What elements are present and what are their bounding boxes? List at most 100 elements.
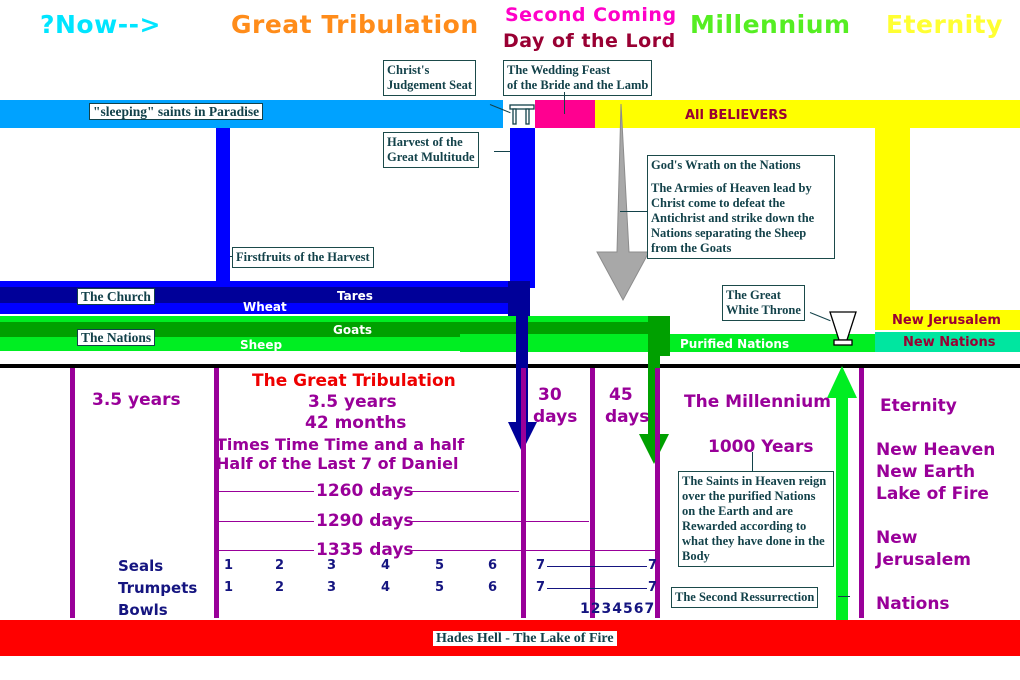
callout-line-2: White Throne [726, 303, 801, 317]
divider-line-4 [590, 368, 595, 618]
label-lake-of-fire: Lake of Fire [876, 484, 989, 504]
band-eternity-column [875, 100, 910, 310]
gods-wrath-body: The Armies of Heaven lead by Christ come… [651, 181, 815, 255]
label-purified-nations: Purified Nations [680, 337, 790, 351]
label-jerusalem: Jerusalem [876, 550, 972, 570]
label-new: New [876, 528, 918, 548]
green-down-arrow [638, 316, 670, 466]
label-millennium-title: The Millennium [684, 392, 831, 412]
era-title-now: ?Now--> [40, 10, 161, 39]
row-label-bowls: Bowls [118, 601, 168, 619]
column-harvest-blue [510, 128, 535, 288]
leader-second-resurrection [838, 596, 850, 597]
era-title-eternity: Eternity [886, 10, 1003, 39]
row-label-trumpets: Trumpets [118, 579, 198, 597]
trumpets-num-2: 2 [275, 580, 285, 595]
label-30-days-unit: days [533, 407, 578, 427]
measure-line-1335-left [219, 550, 314, 551]
chip-the-nations: The Nations [77, 329, 156, 346]
bowls-sequence: 1234567 [580, 601, 656, 617]
label-trib-half: Half of the Last 7 of Daniel [216, 454, 459, 473]
callout-line-1: Christ's [387, 63, 430, 77]
chip-the-church: The Church [77, 288, 155, 305]
judgement-seat-icon [509, 102, 535, 128]
great-white-throne-icon [828, 310, 858, 354]
row-label-seals: Seals [118, 557, 164, 575]
label-goats: Goats [333, 323, 373, 337]
measure-line-1290-left [219, 521, 314, 522]
era-title-millennium: Millennium [690, 10, 851, 39]
label-trib-times: Times Time Time and a half [216, 435, 465, 454]
callout-second-resurrection: The Second Ressurrection [671, 587, 819, 608]
gods-wrath-title: God's Wrath on the Nations [651, 158, 801, 172]
trumpets-num-7: 7 [536, 580, 546, 595]
callout-christs-judgement-seat: Christ's Judgement Seat [383, 60, 477, 96]
measure-line-1290-right [409, 521, 589, 522]
label-1290-days: 1290 days [316, 511, 414, 531]
divider-line-2 [214, 368, 219, 618]
callout-gods-wrath: God's Wrath on the Nations The Armies of… [647, 155, 835, 259]
callout-line-1: Harvest of the [387, 135, 463, 149]
label-30-days-number: 30 [538, 385, 562, 405]
callout-firstfruits: Firstfruits of the Harvest [232, 247, 374, 268]
callout-line-2: Judgement Seat [387, 78, 473, 92]
label-new-earth: New Earth [876, 462, 976, 482]
trumpets-num-1: 1 [224, 580, 234, 595]
label-trib-years: 3.5 years [308, 392, 397, 412]
seals-num-end: 7 [648, 558, 658, 573]
era-title-tribulation: Great Tribulation [231, 10, 479, 39]
label-wheat: Wheat [243, 300, 287, 314]
label-45-days-number: 45 [609, 385, 633, 405]
era-title-day-of-lord: Day of the Lord [503, 30, 676, 52]
seals-num-1: 1 [224, 558, 234, 573]
chip-hades-hell: Hades Hell - The Lake of Fire [433, 631, 617, 646]
label-sheep: Sheep [240, 338, 283, 352]
label-tares: Tares [337, 289, 373, 303]
label-1335-days: 1335 days [316, 540, 414, 560]
label-new-nations: New Nations [903, 335, 996, 350]
measure-line-1260-right [409, 491, 519, 492]
label-45-days-unit: days [605, 407, 650, 427]
trumpets-num-end: 7 [648, 580, 658, 595]
leader-saints-reign [752, 452, 753, 472]
divider-line-6 [859, 368, 864, 618]
seals-num-4: 4 [381, 558, 391, 573]
chip-sleeping-saints: "sleeping" saints in Paradise [89, 103, 264, 120]
label-nations-eternity: Nations [876, 594, 950, 614]
callout-line-1: The Wedding Feast [507, 63, 611, 77]
callout-line-1: The Great [726, 288, 781, 302]
seals-num-2: 2 [275, 558, 285, 573]
column-firstfruits-blue [216, 128, 230, 288]
trumpets-connector-line [547, 588, 647, 589]
seals-num-7: 7 [536, 558, 546, 573]
label-eternity-title: Eternity [880, 396, 957, 416]
band-eternity-top [875, 100, 1020, 128]
measure-line-1260-left [219, 491, 314, 492]
label-great-tribulation: The Great Tribulation [252, 371, 456, 391]
divider-line-3 [521, 368, 526, 618]
seals-num-6: 6 [488, 558, 498, 573]
label-1260-days: 1260 days [316, 481, 414, 501]
callout-great-white-throne: The Great White Throne [722, 285, 805, 321]
label-trib-months: 42 months [305, 413, 407, 433]
trumpets-num-4: 4 [381, 580, 391, 595]
label-millennium-years: 1000 Years [708, 437, 814, 457]
trumpets-num-6: 6 [488, 580, 498, 595]
label-first-half-years: 3.5 years [92, 390, 181, 410]
era-title-second-coming: Second Coming [505, 4, 677, 26]
leader-wedding-feast [564, 92, 565, 114]
callout-wedding-feast: The Wedding Feast of the Bride and the L… [503, 60, 653, 96]
measure-line-1335-right [409, 550, 659, 551]
callout-line-2: Great Multitude [387, 150, 475, 164]
callout-saints-reign: The Saints in Heaven reign over the puri… [678, 471, 834, 567]
seals-connector-line [547, 566, 647, 567]
divider-line-1 [70, 368, 75, 618]
label-new-jerusalem: New Jerusalem [892, 313, 1001, 328]
seals-num-5: 5 [435, 558, 445, 573]
callout-harvest-great-multitude: Harvest of the Great Multitude [383, 132, 479, 168]
leader-gods-wrath [620, 211, 648, 212]
callout-line-2: of the Bride and the Lamb [507, 78, 649, 92]
trumpets-num-3: 3 [327, 580, 337, 595]
label-all-believers: All BELIEVERS [685, 108, 788, 123]
label-new-heaven: New Heaven [876, 440, 996, 460]
